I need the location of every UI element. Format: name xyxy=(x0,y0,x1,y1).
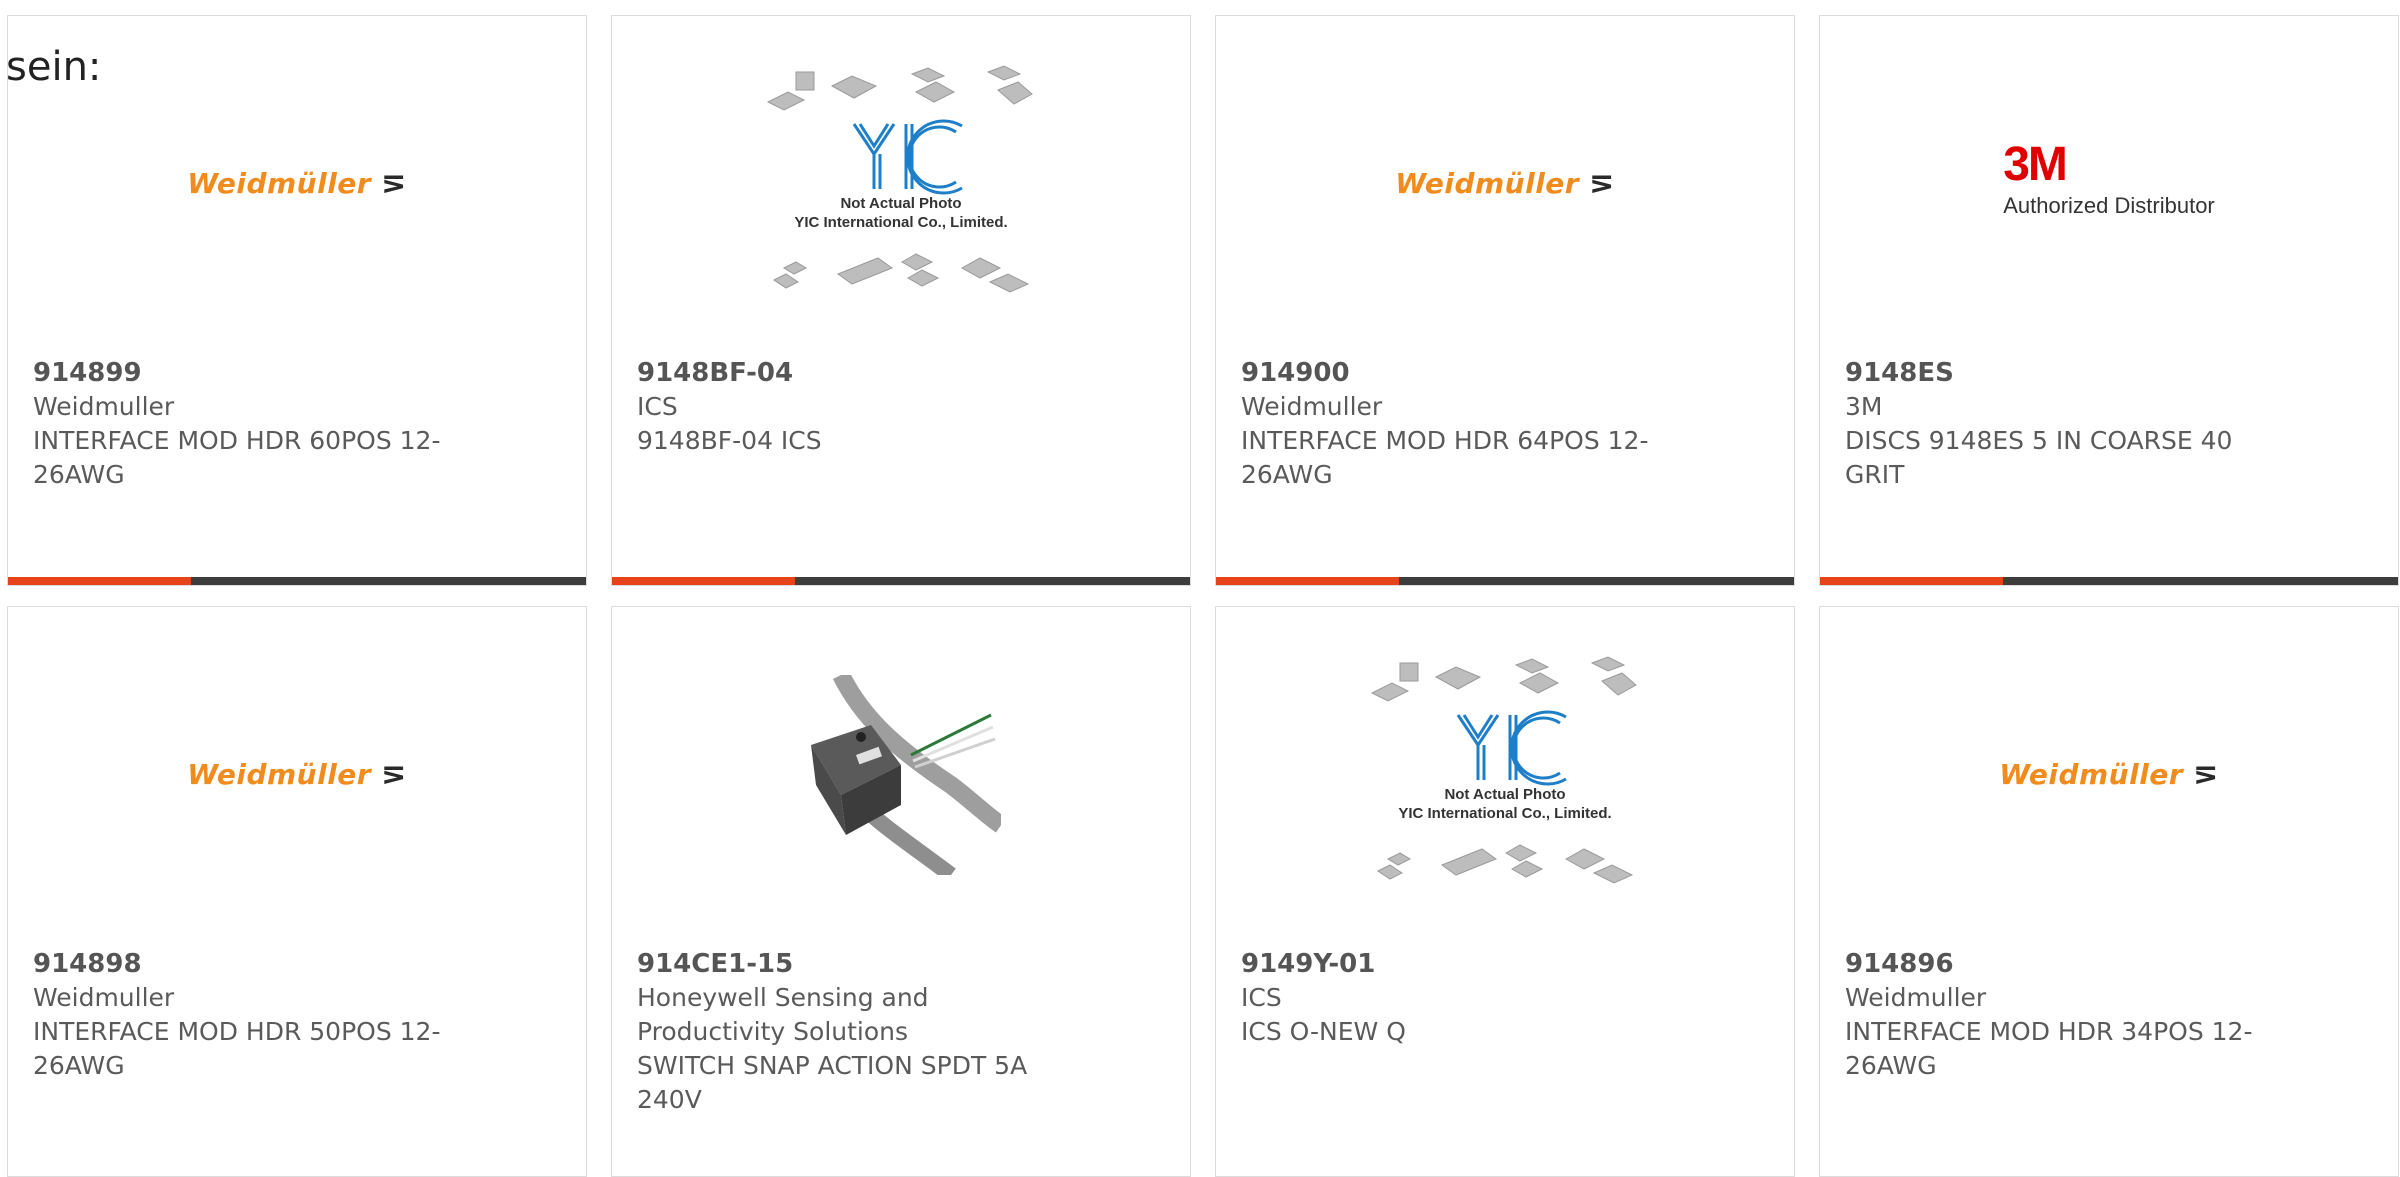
part-number[interactable]: 914900 xyxy=(1241,356,1681,390)
product-card[interactable]: 3M Authorized Distributor 9148ES 3M DISC… xyxy=(1819,15,2399,586)
part-number[interactable]: 914896 xyxy=(1845,947,2285,981)
manufacturer: Weidmuller xyxy=(1845,983,1987,1012)
part-number[interactable]: 914898 xyxy=(33,947,473,981)
card-bottom-bar xyxy=(1820,577,2398,585)
weidmuller-logo-text: Weidmüller xyxy=(187,758,372,791)
yic-chips-icon xyxy=(766,64,1033,293)
product-image[interactable]: Not Actual Photo YIC International Co., … xyxy=(612,16,1190,351)
product-grid: Weidmüller ⋝ 914899 Weidmuller INTERFACE… xyxy=(7,15,2399,1177)
product-image[interactable]: 3M Authorized Distributor xyxy=(1820,16,2398,351)
yic-caption-line2: YIC International Co., Limited. xyxy=(1398,804,1612,822)
3m-logo: 3M Authorized Distributor xyxy=(2003,137,2215,219)
product-info: 914898 Weidmuller INTERFACE MOD HDR 50PO… xyxy=(33,947,473,1083)
card-bottom-bar xyxy=(612,577,1190,585)
product-info: 914899 Weidmuller INTERFACE MOD HDR 60PO… xyxy=(33,356,473,492)
weidmuller-logo-text: Weidmüller xyxy=(1999,758,2184,791)
part-number[interactable]: 914CE1-15 xyxy=(637,947,1077,981)
card-bottom-bar xyxy=(8,577,586,585)
yic-caption-line2: YIC International Co., Limited. xyxy=(794,213,1008,231)
product-image[interactable] xyxy=(612,607,1190,942)
description: DISCS 9148ES 5 IN COARSE 40 GRIT xyxy=(1845,426,2233,489)
product-card[interactable]: Not Actual Photo YIC International Co., … xyxy=(611,15,1191,586)
yic-caption: Not Actual Photo YIC International Co., … xyxy=(1370,785,1640,823)
product-info: 914CE1-15 Honeywell Sensing and Producti… xyxy=(637,947,1077,1117)
manufacturer: Weidmuller xyxy=(33,983,175,1012)
yic-placeholder-image: Not Actual Photo YIC International Co., … xyxy=(1370,655,1640,895)
card-accent-bar xyxy=(1820,577,2003,585)
weidmuller-mark-icon: ⋝ xyxy=(1589,166,1615,201)
yic-caption-line1: Not Actual Photo xyxy=(840,194,962,212)
3m-logo-text: 3M xyxy=(2003,137,2068,191)
product-info: 9148ES 3M DISCS 9148ES 5 IN COARSE 40 GR… xyxy=(1845,356,2285,492)
card-accent-bar xyxy=(612,577,795,585)
description: SWITCH SNAP ACTION SPDT 5A 240V xyxy=(637,1051,1028,1114)
product-image[interactable]: Weidmüller ⋝ xyxy=(1820,607,2398,942)
product-card[interactable]: Weidmüller ⋝ 914896 Weidmuller INTERFACE… xyxy=(1819,606,2399,1177)
product-image[interactable]: Weidmüller ⋝ xyxy=(8,607,586,942)
yic-caption: Not Actual Photo YIC International Co., … xyxy=(766,194,1036,232)
part-number[interactable]: 9148ES xyxy=(1845,356,2285,390)
product-card[interactable]: Weidmüller ⋝ 914900 Weidmuller INTERFACE… xyxy=(1215,15,1795,586)
description: INTERFACE MOD HDR 64POS 12-26AWG xyxy=(1241,426,1649,489)
product-card[interactable]: Weidmüller ⋝ 914898 Weidmuller INTERFACE… xyxy=(7,606,587,1177)
product-card[interactable]: Weidmüller ⋝ 914899 Weidmuller INTERFACE… xyxy=(7,15,587,586)
part-number[interactable]: 914899 xyxy=(33,356,473,390)
yic-chips-icon xyxy=(1370,655,1637,884)
description: INTERFACE MOD HDR 34POS 12-26AWG xyxy=(1845,1017,2253,1080)
card-accent-bar xyxy=(1216,577,1399,585)
card-bottom-bar xyxy=(1216,577,1794,585)
manufacturer: ICS xyxy=(637,392,678,421)
description: INTERFACE MOD HDR 60POS 12-26AWG xyxy=(33,426,441,489)
manufacturer: Weidmuller xyxy=(33,392,175,421)
manufacturer: 3M xyxy=(1845,392,1883,421)
weidmuller-logo-text: Weidmüller xyxy=(1395,167,1580,200)
description: ICS O-NEW Q xyxy=(1241,1017,1406,1046)
product-image[interactable]: Weidmüller ⋝ xyxy=(1216,16,1794,351)
weidmuller-mark-icon: ⋝ xyxy=(381,757,407,792)
weidmuller-logo-text: Weidmüller xyxy=(187,167,372,200)
3m-distributor-text: Authorized Distributor xyxy=(2003,192,2215,218)
card-accent-bar xyxy=(8,577,191,585)
weidmuller-mark-icon: ⋝ xyxy=(2193,757,2219,792)
snap-switch-icon xyxy=(811,670,1007,881)
product-image[interactable]: Not Actual Photo YIC International Co., … xyxy=(1216,607,1794,942)
manufacturer: Weidmuller xyxy=(1241,392,1383,421)
product-info: 9149Y-01 ICS ICS O-NEW Q xyxy=(1241,947,1681,1049)
leading-text: sein: xyxy=(6,44,102,90)
weidmuller-logo: Weidmüller ⋝ xyxy=(1395,166,1614,201)
description: 9148BF-04 ICS xyxy=(637,426,822,455)
manufacturer: ICS xyxy=(1241,983,1282,1012)
manufacturer: Honeywell Sensing and Productivity Solut… xyxy=(637,983,929,1046)
yic-placeholder-image: Not Actual Photo YIC International Co., … xyxy=(766,64,1036,304)
weidmuller-logo: Weidmüller ⋝ xyxy=(1999,757,2218,792)
weidmuller-logo: Weidmüller ⋝ xyxy=(187,757,406,792)
yic-caption-line1: Not Actual Photo xyxy=(1444,785,1566,803)
product-info: 914896 Weidmuller INTERFACE MOD HDR 34PO… xyxy=(1845,947,2285,1083)
product-info: 9148BF-04 ICS 9148BF-04 ICS xyxy=(637,356,1077,458)
product-info: 914900 Weidmuller INTERFACE MOD HDR 64PO… xyxy=(1241,356,1681,492)
switch-photo xyxy=(801,670,1007,881)
weidmuller-logo: Weidmüller ⋝ xyxy=(187,166,406,201)
weidmuller-mark-icon: ⋝ xyxy=(381,166,407,201)
part-number[interactable]: 9149Y-01 xyxy=(1241,947,1681,981)
product-card[interactable]: Not Actual Photo YIC International Co., … xyxy=(1215,606,1795,1177)
description: INTERFACE MOD HDR 50POS 12-26AWG xyxy=(33,1017,441,1080)
product-card[interactable]: 914CE1-15 Honeywell Sensing and Producti… xyxy=(611,606,1191,1177)
part-number[interactable]: 9148BF-04 xyxy=(637,356,1077,390)
